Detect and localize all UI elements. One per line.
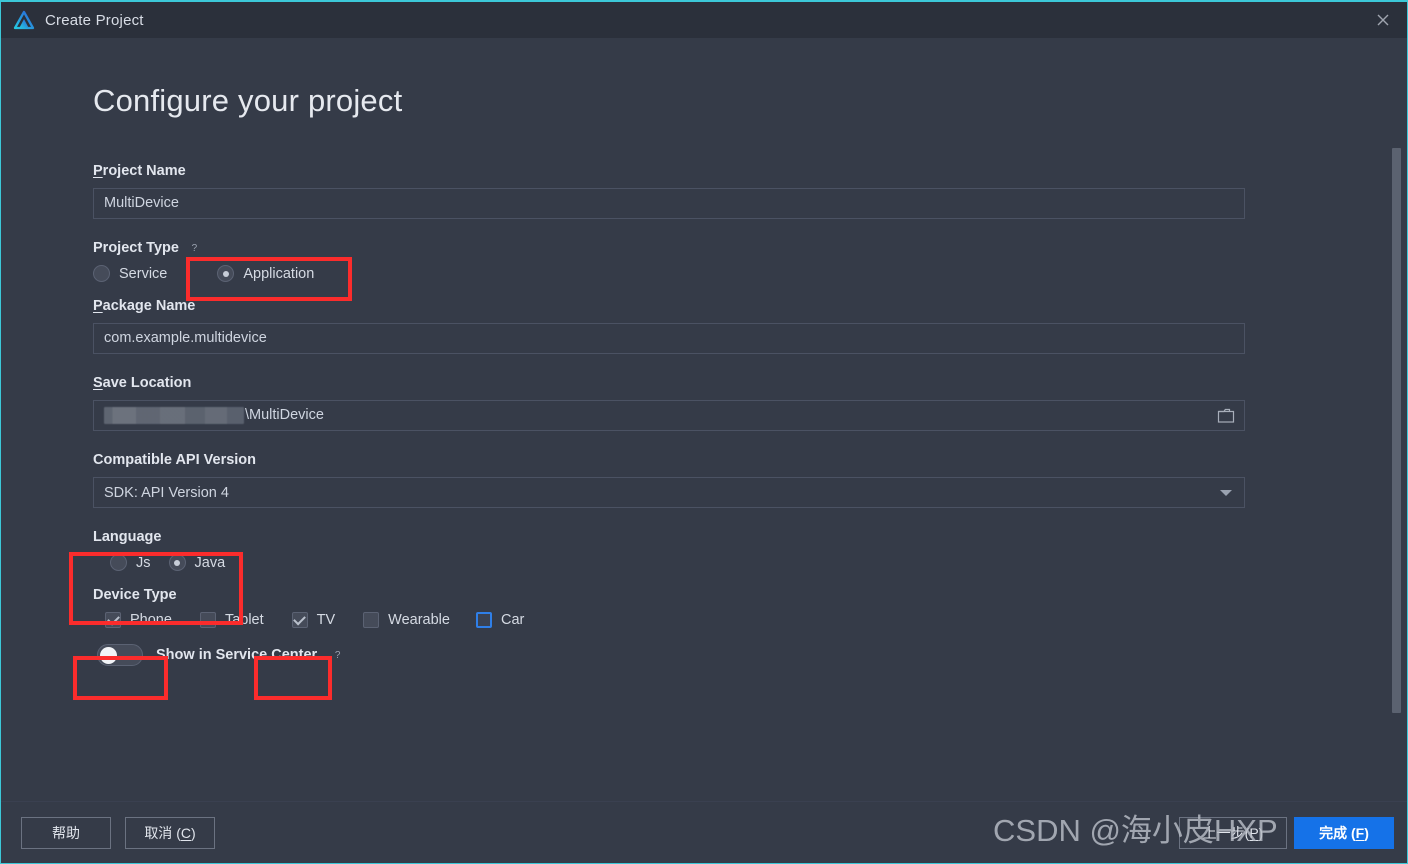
page-title: Configure your project <box>93 83 403 118</box>
save-location-row: \MultiDevice <box>93 400 1245 431</box>
previous-button-label: 上一步(P) <box>1202 825 1264 841</box>
dialog-footer: 帮助 取消 (C) 上一步(P) 完成 (F) <box>1 801 1407 863</box>
help-button[interactable]: 帮助 <box>21 817 111 849</box>
compatible-api-version-value: SDK: API Version 4 <box>104 484 229 501</box>
save-location-label-text: ave Location <box>102 375 192 391</box>
checkbox-label: TV <box>316 612 336 628</box>
create-project-dialog: Create Project Configure your project Pr… <box>0 0 1408 864</box>
radio-circle-icon <box>93 265 110 282</box>
cancel-button-label: 取消 (C) <box>144 825 196 841</box>
package-name-label-text: ackage Name <box>102 298 196 314</box>
project-type-label: Project Type ? <box>93 240 1245 256</box>
language-label: Language <box>93 529 1245 545</box>
device-type-label-text: Device Type <box>93 587 177 603</box>
window-title: Create Project <box>45 11 144 29</box>
project-type-help-icon[interactable]: ? <box>187 241 202 256</box>
show-in-service-center-toggle[interactable] <box>97 644 143 666</box>
toggle-knob <box>100 647 117 664</box>
checkbox-icon <box>363 612 380 628</box>
project-name-label-text: roject Name <box>102 163 186 179</box>
previous-button[interactable]: 上一步(P) <box>1179 817 1287 849</box>
radio-label: Service <box>119 265 168 282</box>
checkbox-option-car[interactable]: Car <box>475 612 525 628</box>
project-name-label: Project Name <box>93 163 186 179</box>
checkbox-label: Tablet <box>224 612 264 628</box>
show-in-service-center-row: Show in Service Center ? <box>93 644 1245 666</box>
radio-circle-icon <box>168 554 186 571</box>
compatible-api-version-label-text: Compatible API Version <box>93 452 257 468</box>
checkbox-label: Wearable <box>388 612 450 628</box>
radio-circle-icon <box>110 554 127 571</box>
device-type-checkbox-group: Phone Tablet TV Wearable Car <box>93 612 1245 628</box>
checkbox-option-tv[interactable]: TV <box>291 612 336 628</box>
radio-option-java[interactable]: Java <box>168 554 226 571</box>
checkbox-icon <box>475 612 492 628</box>
scrollbar-thumb[interactable] <box>1392 148 1401 713</box>
language-label-text: Language <box>93 529 162 545</box>
radio-option-js[interactable]: Js <box>110 554 151 571</box>
language-radio-group: Js Java <box>93 554 1245 571</box>
radio-label: Js <box>136 554 151 571</box>
device-type-label: Device Type <box>93 587 1245 603</box>
deveco-triangle-logo-icon <box>13 9 35 31</box>
save-location-label: Save Location <box>93 375 192 391</box>
checkbox-option-phone[interactable]: Phone <box>105 612 172 628</box>
checkbox-option-wearable[interactable]: Wearable <box>363 612 450 628</box>
project-config-form: Configure your project Project Name Mult… <box>93 83 1245 666</box>
compatible-api-version-label: Compatible API Version <box>93 452 1245 468</box>
checkbox-icon <box>199 612 216 628</box>
project-type-label-text: Project Type <box>93 240 179 256</box>
close-icon[interactable] <box>1357 2 1407 38</box>
project-name-input[interactable]: MultiDevice <box>93 188 1245 219</box>
checkbox-icon <box>105 612 121 628</box>
save-location-value: \MultiDevice <box>245 407 324 423</box>
checkbox-icon <box>291 612 308 628</box>
radio-option-service[interactable]: Service <box>93 265 167 282</box>
window-titlebar: Create Project <box>1 0 1407 38</box>
checkbox-label: Phone <box>130 612 172 628</box>
show-in-service-center-help-icon[interactable]: ? <box>330 648 345 663</box>
cancel-button[interactable]: 取消 (C) <box>125 817 215 849</box>
vertical-scrollbar[interactable] <box>1391 148 1401 783</box>
checkbox-option-tablet[interactable]: Tablet <box>199 612 264 628</box>
save-location-input[interactable]: \MultiDevice <box>93 400 1245 431</box>
radio-circle-icon <box>217 265 235 282</box>
radio-option-application[interactable]: Application <box>217 265 314 282</box>
chevron-down-icon <box>1220 489 1232 496</box>
package-name-label: Package Name <box>93 298 196 314</box>
dialog-body: Configure your project Project Name Mult… <box>1 38 1407 800</box>
show-in-service-center-label: Show in Service Center <box>156 647 318 663</box>
folder-icon[interactable] <box>1208 401 1244 430</box>
package-name-input[interactable]: com.example.multidevice <box>93 323 1245 354</box>
checkbox-label: Car <box>500 612 525 628</box>
radio-label: Application <box>243 265 315 282</box>
redacted-path-block <box>104 407 244 424</box>
finish-button-label: 完成 (F) <box>1319 825 1369 841</box>
compatible-api-version-select[interactable]: SDK: API Version 4 <box>93 477 1245 508</box>
radio-label: Java <box>194 554 226 571</box>
project-type-radio-group: Service Application <box>93 265 1245 282</box>
finish-button[interactable]: 完成 (F) <box>1294 817 1394 849</box>
